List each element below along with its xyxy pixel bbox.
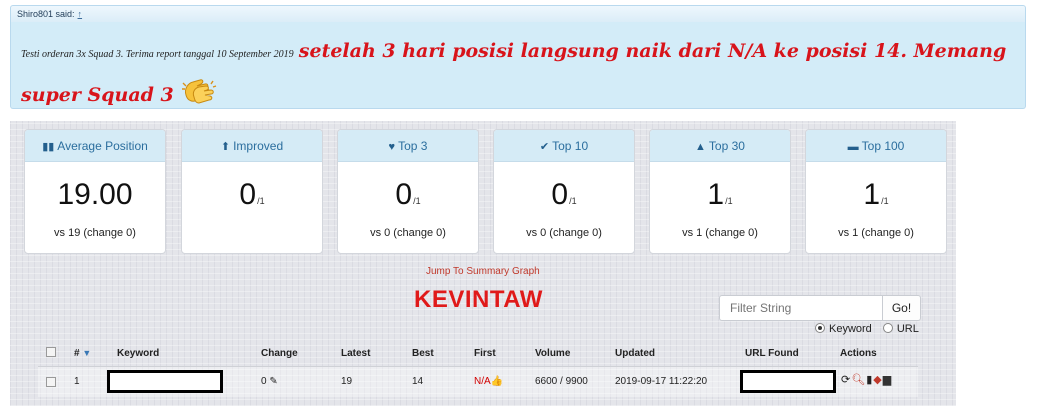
redacted-keyword — [107, 370, 223, 393]
stat-card-top-10: ✔ Top 10 0/1 vs 0 (change 0) — [493, 129, 635, 254]
jump-to-summary-link[interactable]: Jump To Summary Graph — [426, 266, 540, 277]
stat-value: 0 — [551, 178, 569, 211]
stat-label: Top 10 — [552, 139, 589, 153]
bar-chart-icon: ▮▮ — [42, 141, 55, 153]
stat-value: 0 — [395, 178, 413, 211]
go-button[interactable]: Go! — [882, 295, 921, 321]
quote-small-text: Testi orderan 3x Squad 3. Terima report … — [21, 49, 294, 60]
heart-icon: ♥ — [388, 141, 396, 153]
stat-label: Average Position — [57, 139, 148, 153]
row-best: 14 — [412, 376, 424, 387]
stat-footnote: vs 0 (change 0) — [370, 227, 446, 239]
stat-value: 1 — [863, 178, 881, 211]
row-updated: 2019-09-17 11:22:20 — [615, 376, 708, 387]
check-icon: ✔ — [539, 141, 550, 153]
sort-icon[interactable]: ▼ — [82, 348, 91, 358]
refresh-icon[interactable]: ⟳ — [841, 373, 851, 386]
stat-footnote: vs 1 (change 0) — [838, 227, 914, 239]
col-first-header[interactable]: First — [474, 348, 496, 359]
filter-mode-radio-group: Keyword URL — [815, 323, 919, 335]
stat-card-top-3: ♥ Top 3 0/1 vs 0 (change 0) — [337, 129, 479, 254]
stat-footnote: vs 0 (change 0) — [526, 227, 602, 239]
clapping-hands-icon — [181, 79, 216, 104]
keyword-radio-label: Keyword — [829, 323, 872, 335]
stat-card-top-30: ▲ Top 30 1/1 vs 1 (change 0) — [649, 129, 791, 254]
stat-value: 19.00 — [57, 178, 133, 211]
stat-footnote: vs 1 (change 0) — [682, 227, 758, 239]
col-volume-header[interactable]: Volume — [535, 348, 570, 359]
briefcase-icon: ▬ — [847, 141, 859, 153]
row-first: N/A👍 — [474, 376, 504, 387]
select-all-checkbox[interactable] — [46, 347, 56, 360]
stat-card-top-100: ▬ Top 100 1/1 vs 1 (change 0) — [805, 129, 947, 254]
pin-icon: ✎ — [269, 376, 278, 387]
rank-tracker-panel: ▮▮ Average Position 19.00 vs 19 (change 0… — [10, 121, 956, 406]
row-change: 0 ✎ — [261, 376, 278, 387]
redacted-url — [740, 370, 836, 393]
stat-card-improved: ⬆ Improved 0/1 — [181, 129, 323, 254]
stat-total: /1 — [881, 196, 889, 206]
quote-header: Shiro801 said: ↑ — [10, 5, 1026, 22]
filter-input[interactable] — [719, 295, 883, 321]
row-checkbox[interactable] — [46, 377, 56, 390]
stat-label: Top 100 — [861, 139, 905, 153]
keyword-radio[interactable] — [815, 323, 825, 333]
col-latest-header[interactable]: Latest — [341, 348, 370, 359]
tag-icon[interactable]: ◆ — [873, 373, 882, 386]
row-num: 1 — [74, 376, 80, 387]
stat-label: Top 3 — [398, 139, 428, 153]
row-actions: ⟳🔍︎▮◆▆ — [841, 373, 892, 386]
road-icon: ▲ — [695, 141, 706, 153]
stat-card-average-position: ▮▮ Average Position 19.00 vs 19 (change 0… — [24, 129, 166, 254]
stat-total: /1 — [725, 196, 733, 206]
stat-label: Improved — [233, 139, 284, 153]
quote-body: Testi orderan 3x Squad 3. Terima report … — [10, 22, 1026, 109]
quote-jump-link[interactable]: ↑ — [78, 9, 83, 19]
thumbs-up-icon: 👍 — [490, 376, 504, 387]
trash-icon[interactable]: ▆ — [883, 373, 892, 386]
stat-value: 1 — [707, 178, 725, 211]
col-num-header[interactable]: # ▼ — [74, 348, 91, 359]
url-radio[interactable] — [882, 323, 893, 333]
chart-icon[interactable]: ▮ — [866, 373, 873, 386]
row-latest: 19 — [341, 376, 353, 387]
row-volume: 6600 / 9900 — [535, 376, 588, 387]
arrow-up-icon: ⬆ — [220, 141, 231, 153]
col-keyword-header[interactable]: Keyword — [117, 348, 159, 359]
stat-total: /1 — [257, 196, 265, 206]
col-best-header[interactable]: Best — [412, 348, 434, 359]
stat-value: 0 — [239, 178, 257, 211]
col-updated-header[interactable]: Updated — [615, 348, 655, 359]
brand-watermark: KEVINTAW — [414, 286, 543, 313]
search-icon[interactable]: 🔍︎ — [851, 373, 866, 386]
col-change-header[interactable]: Change — [261, 348, 298, 359]
url-radio-label: URL — [896, 323, 919, 335]
col-actions-header: Actions — [840, 348, 877, 359]
stat-label: Top 30 — [708, 139, 745, 153]
stat-total: /1 — [413, 196, 421, 206]
stat-footnote: vs 19 (change 0) — [54, 227, 136, 239]
quote-author: Shiro801 said: — [17, 9, 75, 19]
stat-total: /1 — [569, 196, 577, 206]
col-url-header[interactable]: URL Found — [745, 348, 799, 359]
